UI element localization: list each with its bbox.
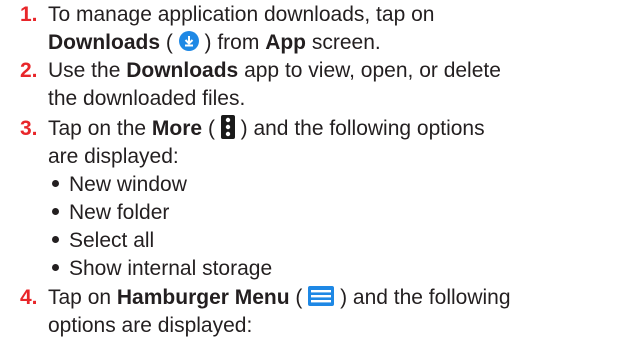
step-number: 1. [20, 3, 38, 26]
step-text-part: ) and the following [334, 286, 511, 309]
option-label: New window [69, 173, 187, 196]
step-text: Use the Downloads app to view, open, or … [48, 58, 501, 84]
bold-term: More [151, 117, 203, 140]
step-text-part: ) and the following options [234, 117, 485, 140]
hamburger-menu-icon [308, 286, 335, 307]
option-label: Show internal storage [69, 257, 273, 280]
step-number: 3. [20, 117, 38, 140]
step-text-part: screen. [306, 31, 381, 54]
option-label: Select all [69, 229, 155, 252]
step-text-part: options are displayed: [48, 314, 253, 337]
bold-term: Hamburger Menu [116, 286, 290, 309]
bullet-icon [52, 207, 59, 215]
step-text-part: ( [160, 31, 179, 54]
bold-term: Downloads [126, 59, 239, 82]
downloads-icon [178, 31, 199, 52]
bullet-icon [52, 235, 59, 243]
option-label: New folder [69, 201, 170, 224]
bullet-icon [52, 263, 59, 271]
step-text: To manage application downloads, tap on [48, 2, 434, 28]
step-text-part: ) from [198, 31, 266, 54]
bullet-icon [52, 179, 59, 187]
step-text: Downloads ( ) from App screen. [48, 30, 381, 56]
step-text: options are displayed: [48, 313, 252, 339]
bold-term: Downloads [48, 31, 161, 54]
step-number: 2. [20, 59, 38, 82]
step-text: Tap on Hamburger Menu ( ) and the follow… [48, 285, 511, 311]
step-text-part: the downloaded files. [48, 87, 246, 110]
step-text-part: Tap on [48, 286, 117, 309]
step-text-part: app to view, open, or delete [238, 59, 501, 82]
step-number: 4. [20, 286, 38, 309]
step-text: Tap on the More ( ) and the following op… [48, 115, 485, 142]
list-item: Show internal storage [52, 256, 272, 282]
step-text: the downloaded files. [48, 86, 245, 112]
list-item: New folder [52, 200, 169, 226]
more-vert-icon [220, 115, 235, 140]
step-text-part: Use the [48, 59, 127, 82]
list-item: Select all [52, 228, 154, 254]
step-text-part: Tap on the [48, 117, 152, 140]
step-text-part: To manage application downloads, tap on [48, 3, 435, 26]
list-item: New window [52, 172, 187, 198]
step-text: are displayed: [48, 144, 179, 170]
instructions-document: 1. To manage application downloads, tap … [0, 0, 636, 357]
bold-term: App [265, 31, 307, 54]
step-text-part: ( [202, 117, 221, 140]
step-text-part: are displayed: [48, 145, 179, 168]
step-text-part: ( [289, 286, 309, 309]
